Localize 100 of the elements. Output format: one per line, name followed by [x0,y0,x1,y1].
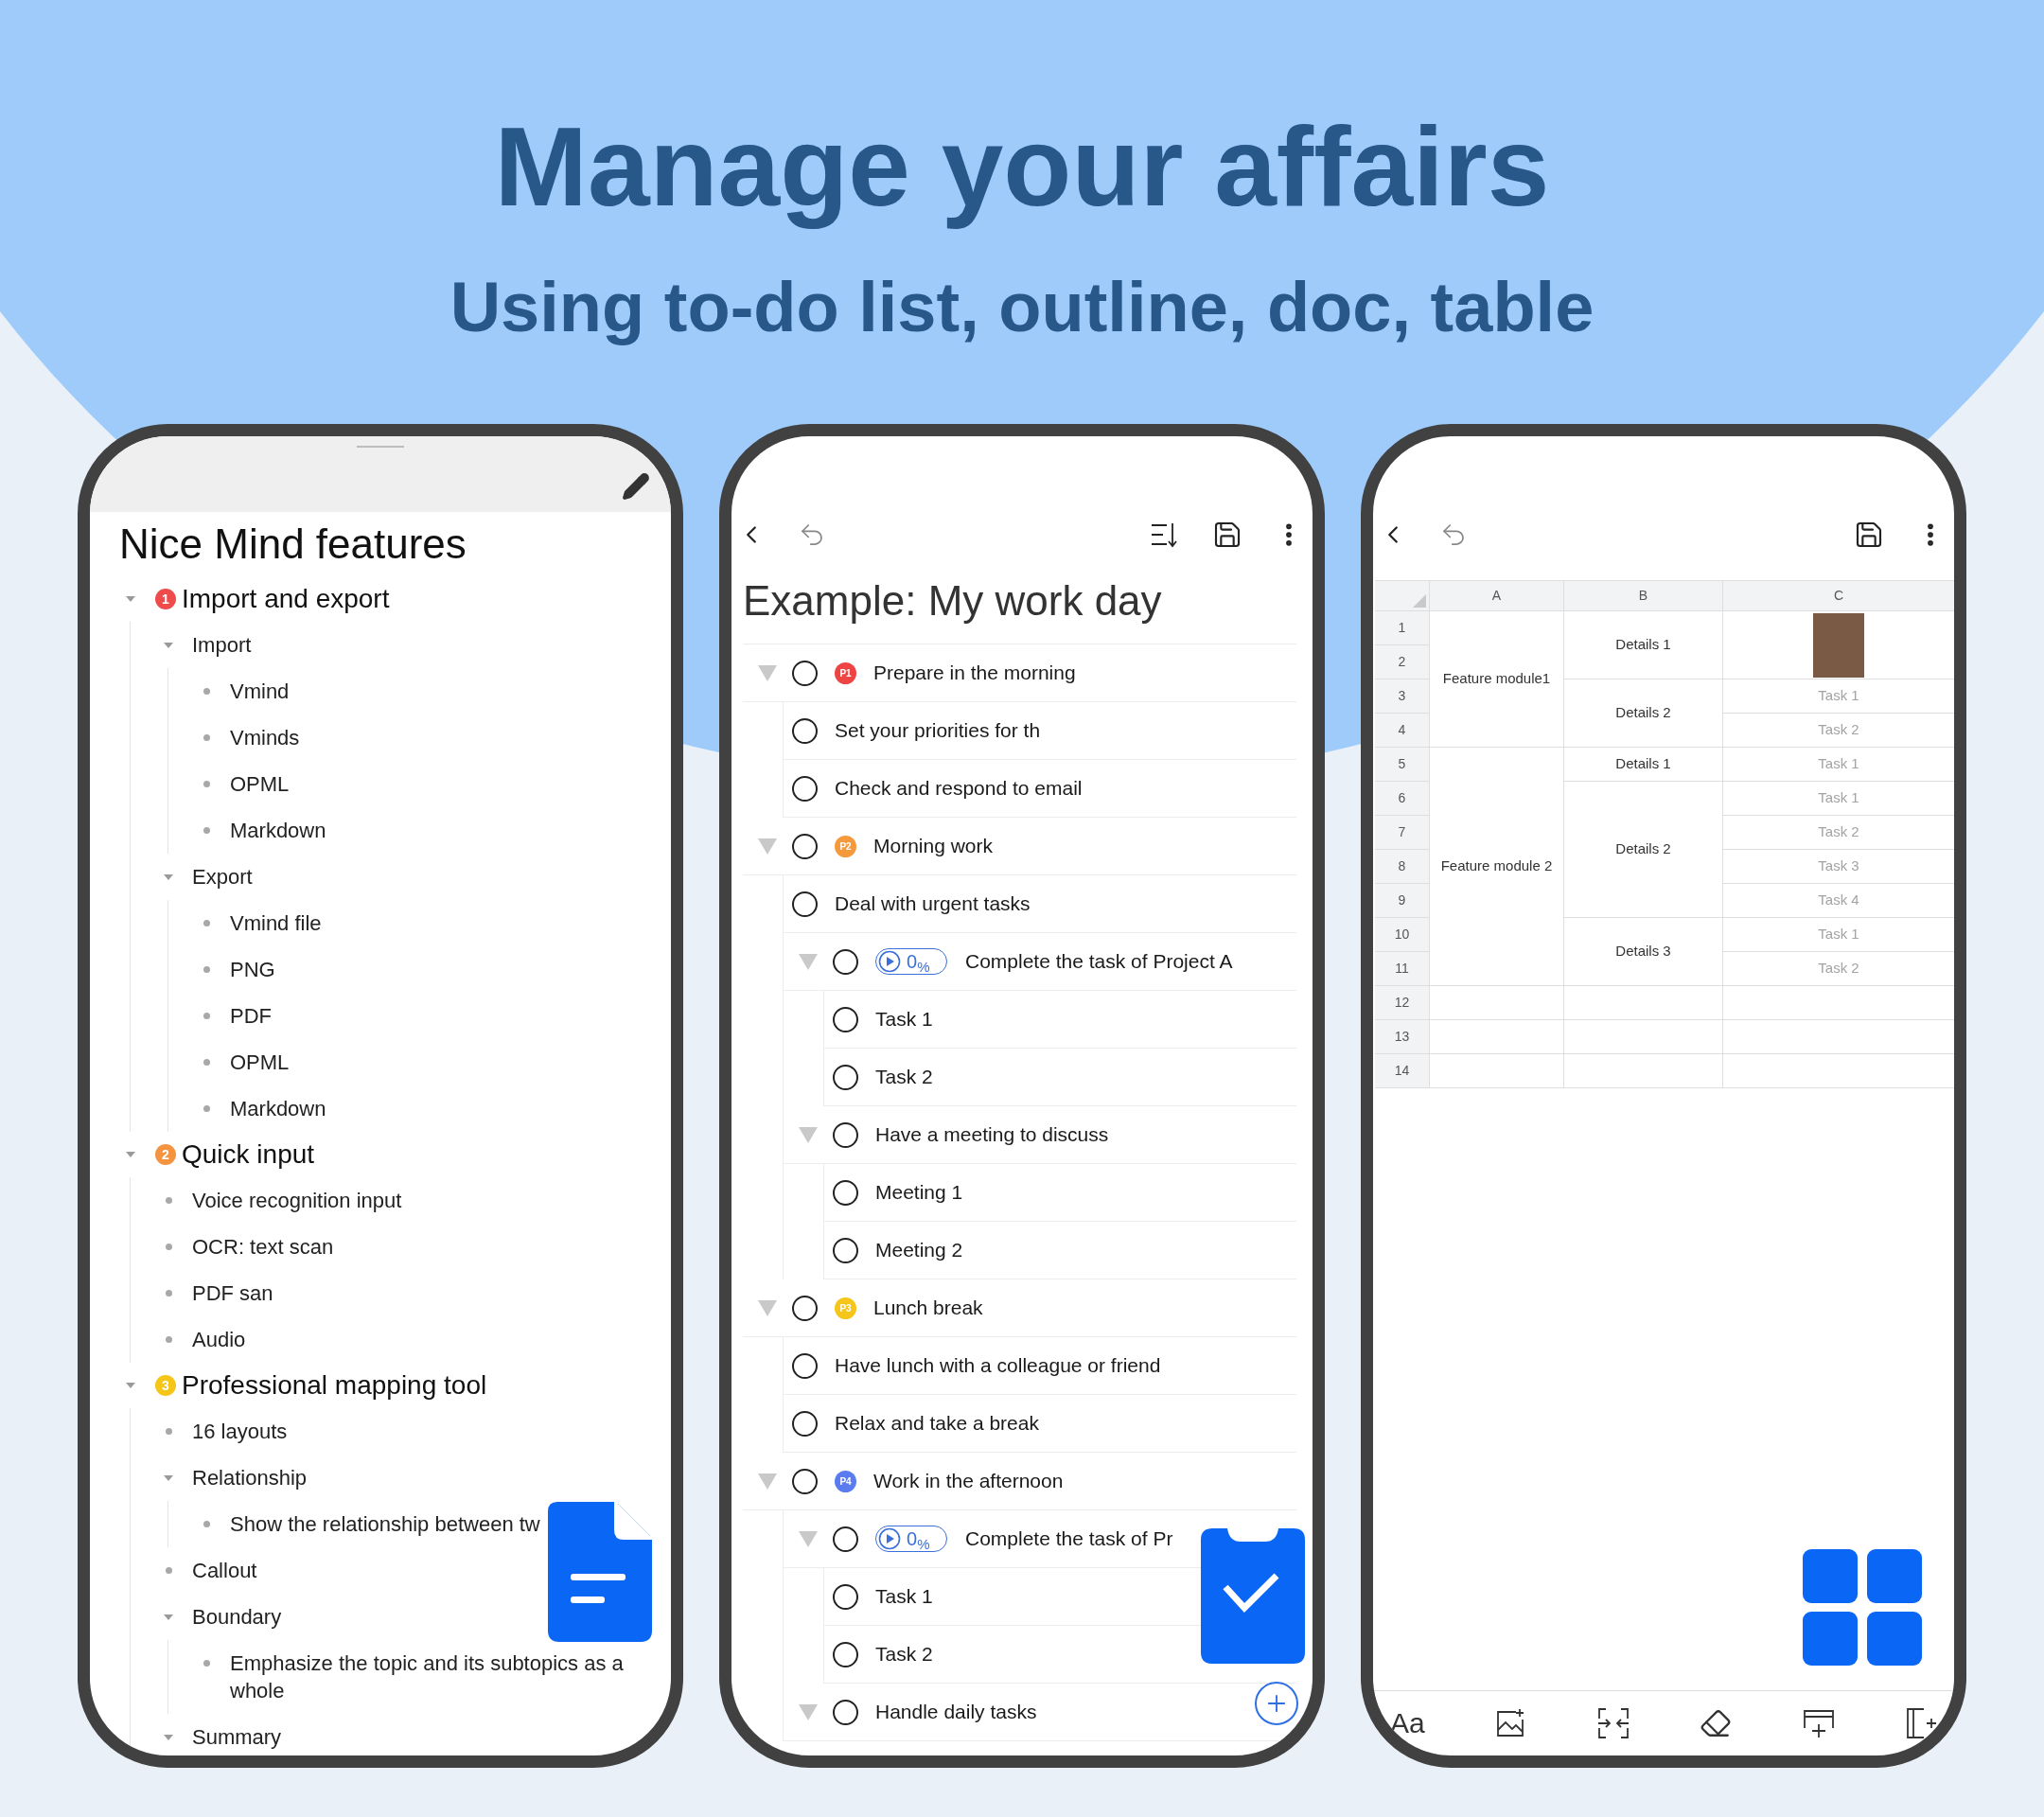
row-number[interactable]: 3 [1375,679,1430,714]
outline-item: OPML [230,771,291,798]
row-number[interactable]: 7 [1375,816,1430,850]
task-checkbox[interactable] [833,1179,858,1206]
edit-icon[interactable] [622,472,650,501]
task-title: Handle daily tasks [875,1700,1037,1725]
task-title: Work in the afternoon [873,1469,1064,1494]
headline: Manage your affairs [494,103,1550,231]
expand-toggle[interactable] [757,1472,778,1491]
add-button[interactable] [1255,1682,1298,1725]
table-cell-text: Task 2 [1818,959,1859,979]
task-checkbox[interactable] [792,833,818,859]
sort-icon[interactable] [1150,520,1180,549]
table-cell-text: Task 2 [1818,822,1859,842]
task-checkbox[interactable] [792,1352,818,1379]
grid-icon [1803,1549,1922,1666]
table-cell-text: Task 2 [1818,720,1859,740]
row-number[interactable]: 11 [1375,952,1430,986]
empty-cell[interactable] [1564,1020,1723,1054]
task-title: Morning work [873,834,994,859]
insert-row-icon[interactable] [1801,1707,1836,1739]
document-icon [548,1502,652,1642]
outline-item: Import [192,632,253,659]
bullet-icon [165,1244,172,1250]
row-number[interactable]: 1 [1375,611,1430,645]
table-cell-text: Details 2 [1615,703,1671,723]
table-cell-text: Details 1 [1615,754,1671,774]
bullet-icon [203,966,210,973]
task-checkbox[interactable] [792,775,818,802]
task-title: Task 2 [875,1642,933,1667]
bullet-icon [165,1197,172,1204]
task-checkbox[interactable] [833,1526,858,1552]
task-checkbox[interactable] [792,1295,818,1321]
row-number[interactable]: 5 [1375,748,1430,782]
row-number[interactable]: 14 [1375,1054,1430,1088]
expand-toggle[interactable] [798,1529,819,1548]
bullet-icon [203,781,210,787]
number-badge: 2 [155,1144,176,1165]
task-checkbox[interactable] [792,660,818,686]
row-number[interactable]: 6 [1375,782,1430,816]
row-number[interactable]: 10 [1375,918,1430,952]
outline-item: Callout [192,1558,258,1584]
row-number[interactable]: 9 [1375,884,1430,918]
table-cell-text: Task 1 [1818,788,1859,808]
outline-item: Emphasize the topic and its subtopics as a whole [230,1650,625,1704]
insert-column-icon[interactable] [1904,1706,1937,1740]
play-icon [878,1527,901,1550]
play-icon [878,950,901,973]
task-checkbox[interactable] [833,1583,858,1610]
empty-cell[interactable] [1564,986,1723,1020]
task-checkbox[interactable] [833,1237,858,1263]
outline-item: Vmind [230,679,291,705]
task-checkbox[interactable] [833,948,858,975]
save-icon[interactable] [1854,520,1884,550]
row-number[interactable]: 12 [1375,986,1430,1020]
expand-toggle[interactable] [757,663,778,682]
task-checkbox[interactable] [792,891,818,917]
expand-toggle[interactable] [798,1125,819,1144]
column-header[interactable]: B [1564,581,1723,611]
bullet-icon [165,1290,172,1297]
bullet-icon [203,1660,210,1667]
row-number[interactable]: 8 [1375,850,1430,884]
font-format-button[interactable]: Aa [1390,1707,1425,1739]
task-checkbox[interactable] [833,1641,858,1667]
bullet-icon [203,920,210,926]
task-checkbox[interactable] [792,1410,818,1437]
expand-toggle[interactable] [757,837,778,856]
table-cell-text: Details 3 [1615,942,1671,961]
task-checkbox[interactable] [792,1468,818,1494]
task-checkbox[interactable] [833,1064,858,1090]
task-title: Check and respond to email [835,776,1083,802]
outline-item: Vmind file [230,910,323,937]
save-icon[interactable] [1212,520,1242,550]
task-checkbox[interactable] [833,1699,858,1725]
outline-item: Relationship [192,1465,308,1491]
table-cell-text: Feature module1 [1442,669,1551,689]
column-header[interactable]: A [1430,581,1564,611]
task-checkbox[interactable] [833,1121,858,1148]
row-number[interactable]: 4 [1375,714,1430,748]
outline-item: Markdown [230,1096,327,1122]
expand-toggle[interactable] [798,1702,819,1721]
task-title: Deal with urgent tasks [835,891,1031,917]
task-title: Have lunch with a colleague or friend [835,1353,1161,1379]
row-number[interactable]: 13 [1375,1020,1430,1054]
bullet-icon [203,688,210,695]
table-cell-text: Task 1 [1818,925,1859,944]
empty-cell[interactable] [1564,1054,1723,1088]
table-cell-text: Details 2 [1615,839,1671,859]
eraser-icon[interactable] [1700,1707,1733,1739]
column-header[interactable]: C [1723,581,1954,611]
expand-toggle[interactable] [757,1298,778,1317]
task-checkbox[interactable] [792,717,818,744]
bullet-icon [203,734,210,741]
task-checkbox[interactable] [833,1006,858,1032]
bullet-icon [203,1521,210,1527]
row-number[interactable]: 2 [1375,645,1430,679]
priority-badge: P1 [835,662,856,684]
merge-cells-icon[interactable] [1595,1707,1630,1739]
table-cell-text: Task 3 [1818,856,1859,876]
expand-toggle[interactable] [798,952,819,971]
